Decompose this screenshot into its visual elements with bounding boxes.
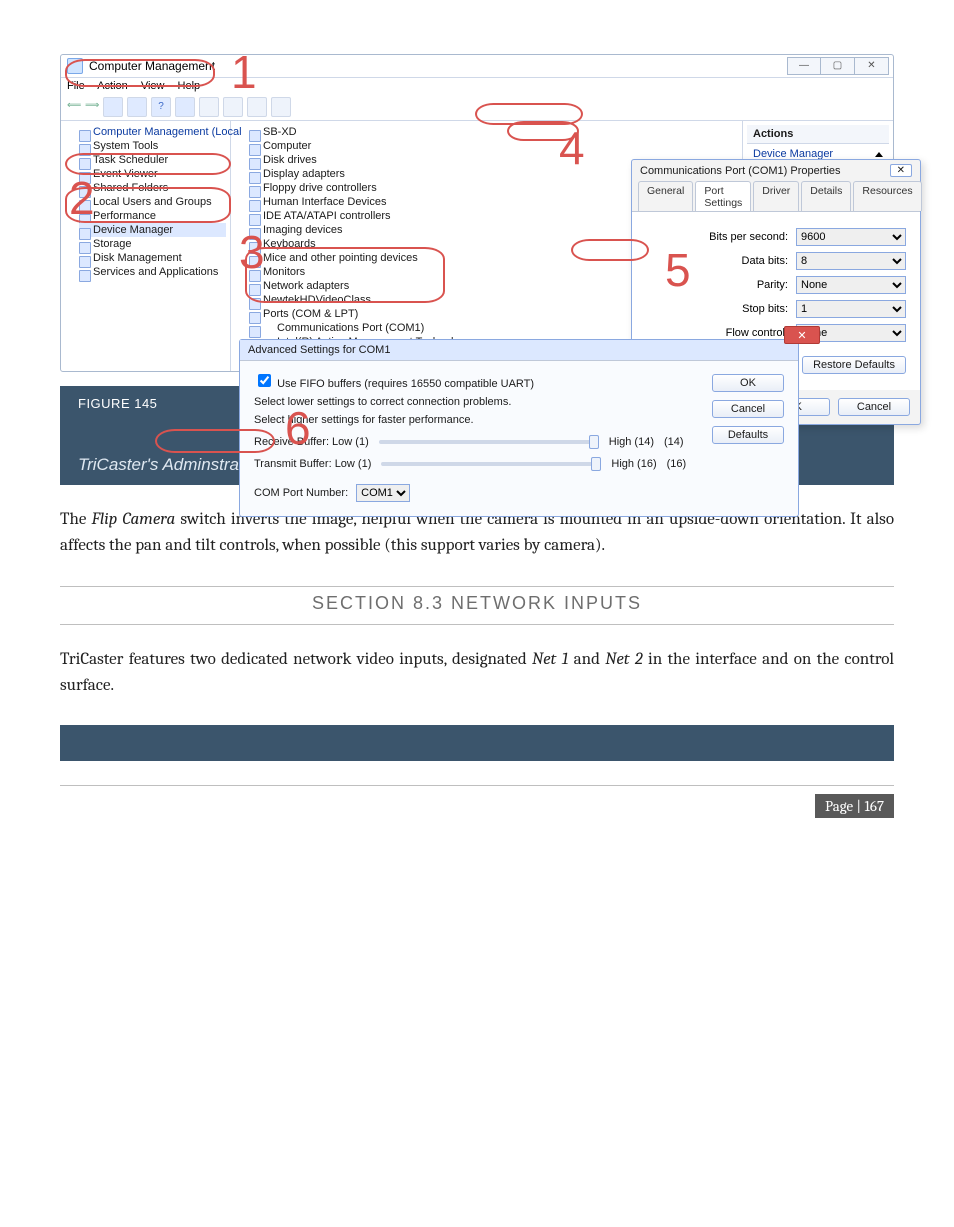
tab-general[interactable]: General: [638, 181, 693, 211]
p1-a: The: [60, 510, 91, 529]
toolbar: ⟸ ⟹ ?: [61, 94, 893, 121]
p2-em1: Net 1: [532, 650, 568, 669]
back-icon[interactable]: ⟸: [67, 97, 81, 117]
tab-details[interactable]: Details: [801, 181, 851, 211]
prop-close-button[interactable]: ✕: [890, 164, 912, 177]
adv-note1: Select lower settings to correct connect…: [254, 396, 784, 408]
adv-cancel-button[interactable]: Cancel: [712, 400, 784, 418]
p2-em2: Net 2: [605, 650, 642, 669]
paragraph-network-inputs: TriCaster features two dedicated network…: [60, 647, 894, 700]
prop-title: Communications Port (COM1) Properties: [640, 165, 841, 177]
figure-screenshot: Computer Management — ▢ ✕ File Action Vi…: [60, 40, 894, 372]
menu-view[interactable]: View: [141, 80, 165, 92]
tab-resources[interactable]: Resources: [853, 181, 921, 211]
tool-5[interactable]: [223, 97, 243, 117]
tree-performance[interactable]: Performance: [79, 209, 226, 223]
tool-3[interactable]: [175, 97, 195, 117]
tree-local-users[interactable]: Local Users and Groups: [79, 195, 226, 209]
menu-help[interactable]: Help: [178, 80, 201, 92]
tool-2[interactable]: [127, 97, 147, 117]
tree-event-viewer[interactable]: Event Viewer: [79, 167, 226, 181]
tree-device-manager[interactable]: Device Manager: [79, 223, 226, 237]
parity-select[interactable]: None: [796, 276, 906, 294]
tree-shared-folders[interactable]: Shared Folders: [79, 181, 226, 195]
app-icon: [67, 58, 83, 74]
dev-root[interactable]: SB-XD: [249, 125, 738, 139]
parity-label: Parity:: [757, 279, 788, 291]
tree-disk-mgmt[interactable]: Disk Management: [79, 251, 226, 265]
maximize-button[interactable]: ▢: [821, 57, 855, 75]
chevron-up-icon: [875, 152, 883, 157]
menu-file[interactable]: File: [67, 80, 85, 92]
tool-1[interactable]: [103, 97, 123, 117]
fwd-icon[interactable]: ⟹: [85, 97, 99, 117]
tx-val: (16): [667, 458, 687, 470]
rx-val: (14): [664, 436, 684, 448]
actions-head: Actions: [747, 125, 889, 144]
tool-4[interactable]: [199, 97, 219, 117]
window-title: Computer Management: [89, 59, 215, 73]
device-tree: SB-XD Computer Disk drives Display adapt…: [231, 121, 743, 371]
com-port-select[interactable]: COM1: [356, 484, 410, 502]
tx-slider[interactable]: [381, 462, 601, 466]
fifo-checkbox[interactable]: [258, 374, 271, 387]
bps-label: Bits per second:: [709, 231, 788, 243]
tx-high: High (16): [611, 458, 656, 470]
bps-select[interactable]: 9600: [796, 228, 906, 246]
adv-note2: Select higher settings for faster perfor…: [254, 414, 784, 426]
sbits-label: Stop bits:: [742, 303, 788, 315]
dbits-select[interactable]: 8: [796, 252, 906, 270]
page-number: Page | 167: [815, 794, 894, 818]
help-icon[interactable]: ?: [151, 97, 171, 117]
tx-label: Transmit Buffer: Low (1): [254, 458, 371, 470]
p2-mid: and: [568, 650, 605, 669]
adv-defaults-button[interactable]: Defaults: [712, 426, 784, 444]
minimize-button[interactable]: —: [787, 57, 821, 75]
adv-title: Advanced Settings for COM1: [240, 340, 798, 361]
decorative-band: [60, 725, 894, 761]
close-button[interactable]: ✕: [855, 57, 889, 75]
tree-root[interactable]: Computer Management (Local: [79, 125, 226, 139]
tool-6[interactable]: [247, 97, 267, 117]
tree-services[interactable]: Services and Applications: [79, 265, 226, 279]
p1-em: Flip Camera: [91, 510, 175, 529]
computer-management-window: Computer Management — ▢ ✕ File Action Vi…: [60, 54, 894, 372]
tab-port-settings[interactable]: Port Settings: [695, 181, 751, 211]
rx-high: High (14): [609, 436, 654, 448]
flow-label: Flow control:: [726, 327, 788, 339]
tool-7[interactable]: [271, 97, 291, 117]
tab-driver[interactable]: Driver: [753, 181, 799, 211]
section-heading: SECTION 8.3 NETWORK INPUTS: [60, 586, 894, 625]
tree-storage[interactable]: Storage: [79, 237, 226, 251]
dbits-label: Data bits:: [742, 255, 788, 267]
adv-ok-button[interactable]: OK: [712, 374, 784, 392]
sbits-select[interactable]: 1: [796, 300, 906, 318]
rx-slider[interactable]: [379, 440, 599, 444]
adv-close-icon[interactable]: ✕: [784, 326, 820, 344]
restore-defaults-button[interactable]: Restore Defaults: [802, 356, 906, 374]
fifo-label: Use FIFO buffers (requires 16550 compati…: [277, 378, 534, 390]
dev-computer[interactable]: Computer: [249, 139, 738, 153]
advanced-dialog: ✕ Advanced Settings for COM1 OK Cancel D…: [239, 339, 799, 517]
prop-cancel-button[interactable]: Cancel: [838, 398, 910, 416]
footer-rule: [60, 785, 894, 786]
tree-system-tools[interactable]: System Tools: [79, 139, 226, 153]
menubar: File Action View Help: [61, 78, 893, 94]
mgmt-tree: Computer Management (Local System Tools …: [61, 121, 231, 371]
p2-a: TriCaster features two dedicated network…: [60, 650, 532, 669]
rx-label: Receive Buffer: Low (1): [254, 436, 369, 448]
menu-action[interactable]: Action: [97, 80, 128, 92]
com-port-label: COM Port Number:: [254, 487, 348, 499]
titlebar: Computer Management — ▢ ✕: [61, 55, 893, 78]
tree-task-scheduler[interactable]: Task Scheduler: [79, 153, 226, 167]
